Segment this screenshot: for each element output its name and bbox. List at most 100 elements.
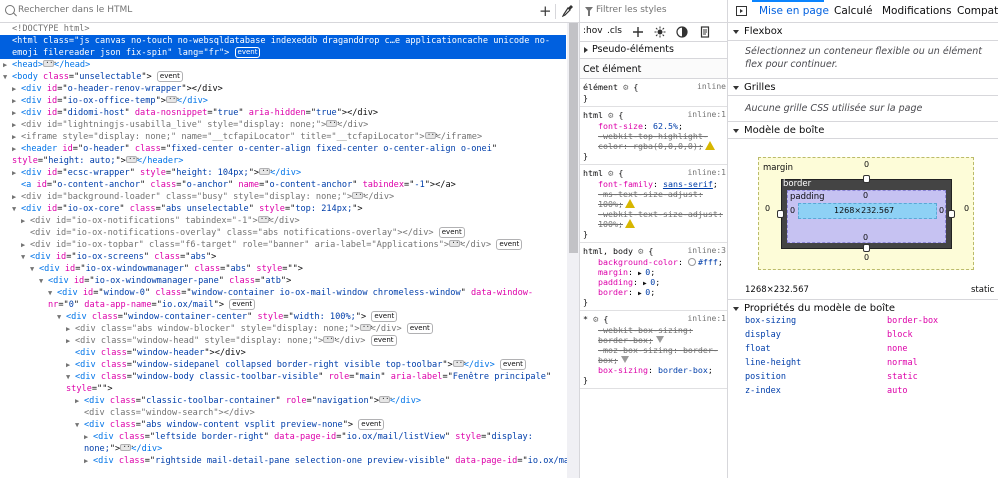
css-property-name[interactable]: border — [598, 287, 628, 297]
markup-node-row[interactable]: ▶ <div class="window-sidepanel collapsed … — [66, 357, 526, 371]
expand-right-icon[interactable]: ▶ — [12, 131, 21, 143]
markup-node-row[interactable]: ▶ <div id="background-loader" class="busy… — [12, 189, 394, 203]
expand-right-icon[interactable]: ▶ — [3, 59, 12, 71]
markup-node-row[interactable]: ▼ <div id="io-ox-screens" class="abs"> — [21, 251, 216, 263]
margin-left-value[interactable]: 0 — [765, 204, 770, 213]
css-declaration[interactable]: -webkit-text-size-adjust: 100%; — [598, 209, 724, 229]
css-property-value[interactable]: 62.5% — [653, 121, 678, 131]
collapsed-ellipsis-icon[interactable] — [323, 333, 337, 345]
grid-section-toggle[interactable]: Grilles — [728, 78, 998, 96]
markup-node-row[interactable]: ▼ <div id="io-ox-windowmanager" class="ab… — [30, 263, 303, 275]
collapsed-ellipsis-icon[interactable] — [259, 165, 273, 177]
collapsed-ellipsis-icon[interactable] — [326, 117, 340, 129]
css-property-name[interactable]: -ms-text-size-adjust — [598, 189, 698, 199]
markup-node-row[interactable]: ▶ <div id="io-ox-topbar" class="f6-target… — [21, 237, 523, 251]
hover-toggle-button[interactable]: :hov — [583, 26, 603, 36]
filter-styles-input[interactable]: Filtrer les styles — [596, 5, 667, 15]
rule-gear-icon[interactable]: ⚙ — [608, 111, 613, 121]
expand-right-icon[interactable]: ▶ — [21, 239, 30, 251]
rule-gear-icon[interactable]: ⚙ — [593, 315, 598, 325]
expand-right-icon[interactable]: ▶ — [66, 323, 75, 335]
css-property-value[interactable]: 100% — [598, 199, 618, 209]
expand-down-icon[interactable]: ▼ — [66, 371, 75, 383]
warning-icon[interactable] — [704, 141, 715, 150]
markup-node-row[interactable]: ▼ <div class="abs window-content vsplit p… — [75, 419, 385, 431]
event-badge[interactable]: event — [234, 47, 261, 58]
css-declaration[interactable]: box-sizing: border-box; — [598, 365, 724, 375]
expand-right-icon[interactable]: ▶ — [66, 359, 75, 371]
collapsed-ellipsis-icon[interactable] — [452, 357, 466, 369]
css-property-value[interactable]: 0 — [645, 267, 650, 277]
css-property-value[interactable]: border-box — [658, 365, 708, 375]
margin-top-value[interactable]: 0 — [864, 160, 869, 169]
rule-selector[interactable]: html — [583, 110, 603, 120]
markup-node-row[interactable]: ▶ <div class="rightside mail-detail-pane … — [84, 455, 579, 467]
collapsed-ellipsis-icon[interactable] — [125, 153, 139, 165]
markup-node-row[interactable]: <div class="window-search"></div> — [75, 407, 255, 419]
expand-right-icon[interactable]: ▶ — [12, 95, 21, 107]
markup-node-row[interactable]: ▶ <div id="didomi-host" data-nosnippet="t… — [12, 107, 378, 119]
markup-node-row[interactable]: ▶ <div id="o-header-renov-wrapper"></div> — [12, 83, 223, 95]
boxmodel-section-toggle[interactable]: Modèle de boîte — [728, 121, 998, 139]
dark-theme-icon[interactable] — [676, 26, 688, 38]
markup-node-row[interactable]: ▼ <div class="window-body classic-toolbar… — [66, 371, 562, 395]
css-property-value[interactable]: 0 — [645, 287, 650, 297]
css-declaration[interactable]: background-color: #fff; — [598, 257, 724, 267]
css-declaration[interactable]: -ms-text-size-adjust: 100%; — [598, 189, 724, 209]
css-property-name[interactable]: -webkit-box-sizing — [598, 325, 688, 335]
filter-funnel-icon[interactable] — [655, 336, 664, 343]
css-property-value[interactable]: #fff — [698, 257, 718, 267]
markup-node-row[interactable]: ▼ <div id="io-ox-core" class="abs unselec… — [12, 203, 363, 215]
event-badge[interactable]: event — [229, 299, 256, 310]
add-node-button[interactable]: + — [539, 2, 552, 20]
css-property-name[interactable]: margin — [598, 267, 628, 277]
rule-gear-icon[interactable]: ⚙ — [638, 247, 643, 257]
eyedropper-icon[interactable] — [562, 4, 574, 18]
light-theme-icon[interactable] — [654, 26, 666, 38]
css-rule[interactable]: * ⚙ {inline:1 -webkit-box-sizing: border-… — [580, 311, 727, 389]
rule-source-link[interactable]: inline — [697, 82, 726, 91]
html-search-input[interactable]: Rechercher dans le HTML — [18, 5, 518, 15]
rule-source-link[interactable]: inline:3 — [687, 246, 726, 255]
event-badge[interactable]: event — [370, 335, 397, 346]
collapsed-ellipsis-icon[interactable] — [379, 393, 392, 405]
markup-node-row[interactable]: ▶ <div id="ecsc-wrapper" style="height: 1… — [12, 165, 301, 179]
markup-node-row[interactable]: ▶<div id="io-ox-office-temp"> </div> — [12, 93, 208, 107]
css-property-name[interactable]: font-family — [598, 179, 653, 189]
rule-source-link[interactable]: inline:1 — [687, 314, 726, 323]
css-property-value[interactable]: 100% — [598, 219, 618, 229]
border-bottom-handle[interactable] — [863, 244, 870, 252]
rule-selector[interactable]: * — [583, 314, 588, 324]
collapsed-ellipsis-icon[interactable] — [43, 57, 56, 69]
markup-node-row[interactable]: ▼ <div id="window-0" class="window-contai… — [48, 287, 562, 311]
markup-node-row[interactable]: ▼ <div id="io-ox-windowmanager-pane" clas… — [39, 275, 291, 287]
css-declaration[interactable]: -webkit-box-sizing: border-box; — [598, 325, 724, 345]
expand-down-icon[interactable]: ▼ — [12, 203, 21, 215]
expand-right-icon[interactable]: ▶ — [12, 143, 21, 155]
expand-right-icon[interactable]: ▶ — [21, 215, 30, 227]
filter-funnel-icon[interactable] — [621, 356, 629, 363]
boxmodel-prop-row[interactable]: float none — [745, 344, 985, 358]
tab-calcule[interactable]: Calculé — [834, 5, 873, 17]
css-declaration[interactable]: border: ▶ 0; — [598, 287, 724, 299]
boxmodel-prop-row[interactable]: z-index auto — [745, 386, 985, 400]
markup-node-row[interactable]: <!DOCTYPE html> — [3, 23, 90, 35]
markup-node-row[interactable]: ▶ <div class="classic-toolbar-container" … — [75, 393, 421, 407]
class-toggle-button[interactable]: .cls — [607, 26, 622, 36]
rule-source-link[interactable]: inline:1 — [687, 110, 726, 119]
markup-node-row[interactable]: ▶ <div id="lightningjs-usabilla_live" sty… — [12, 117, 368, 131]
expand-down-icon[interactable]: ▼ — [48, 287, 57, 299]
tab-mise-en-page[interactable]: Mise en page — [759, 5, 829, 17]
markup-node-row[interactable]: ▶<head> </head> — [3, 57, 90, 71]
border-right-handle[interactable] — [948, 210, 955, 218]
event-badge[interactable]: event — [496, 239, 523, 250]
css-declaration[interactable]: font-size: 62.5%; — [598, 121, 724, 131]
css-property-value[interactable]: border-box — [598, 335, 648, 345]
rule-gear-icon[interactable]: ⚙ — [608, 169, 613, 179]
markup-scrollbar-thumb[interactable] — [569, 23, 578, 253]
markup-node-row[interactable]: <div class="window-header"></div> — [66, 347, 246, 359]
expand-down-icon[interactable]: ▼ — [21, 251, 30, 263]
css-property-value[interactable]: 0 — [650, 277, 655, 287]
rule-selector[interactable]: html, body — [583, 246, 633, 256]
collapsed-ellipsis-icon[interactable] — [165, 93, 179, 105]
